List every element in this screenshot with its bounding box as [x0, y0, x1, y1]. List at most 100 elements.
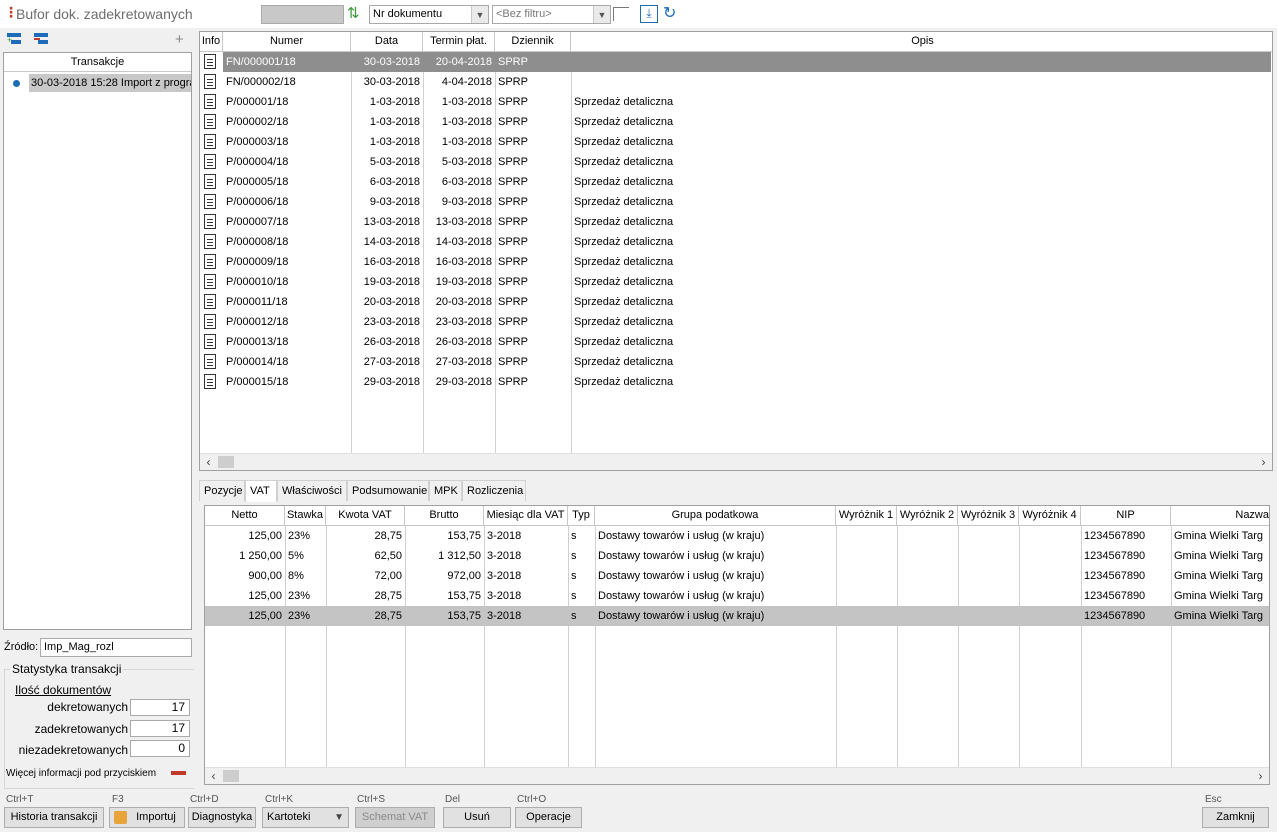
scroll-right-icon[interactable]: ›	[1255, 454, 1272, 470]
cell-miesiac: 3-2018	[487, 570, 522, 582]
col-header-opis[interactable]: Opis	[571, 32, 1272, 51]
col-header-brutto[interactable]: Brutto	[405, 506, 484, 525]
col-header-dziennik[interactable]: Dziennik	[495, 32, 571, 51]
table-row[interactable]: P/000013/18 26-03-2018 26-03-2018 SPRP Sprze…	[200, 332, 1272, 352]
scroll-thumb[interactable]	[218, 456, 234, 468]
table-row[interactable]: P/000012/18 23-03-2018 23-03-2018 SPRP Sprze…	[200, 312, 1272, 332]
documents-hscrollbar[interactable]: ‹ ›	[200, 453, 1272, 470]
table-row[interactable]: 125,00 23% 28,75 153,75 3-2018 s Dostawy towar…	[205, 526, 1269, 546]
col-header-w2[interactable]: Wyróżnik 2	[897, 506, 958, 525]
historia-transakcji-button[interactable]: Historia transakcji	[4, 807, 104, 828]
table-row[interactable]: 1 250,00 5% 62,50 1 312,50 3-2018 s Dostawy to…	[205, 546, 1269, 566]
shortcut-schemat: Ctrl+S	[357, 794, 386, 805]
diagnostyka-button[interactable]: Diagnostyka	[188, 807, 256, 828]
cell-kwota: 62,50	[374, 550, 402, 562]
cell-opis: Sprzedaż detaliczna	[574, 116, 674, 128]
zamknij-button[interactable]: Zamknij	[1202, 807, 1269, 828]
download-icon[interactable]: ⤓	[640, 5, 658, 23]
table-row[interactable]: FN/000001/18 30-03-2018 20-04-2018 SPRP	[200, 52, 1272, 72]
kartoteki-button[interactable]: Kartoteki ▼	[262, 807, 349, 828]
cell-data: 5-03-2018	[369, 156, 420, 168]
cell-numer: P/000008/18	[226, 236, 289, 248]
filter-combo[interactable]: <Bez filtru> ▼	[492, 5, 611, 24]
sort-combo[interactable]: Nr dokumentu ▼	[369, 5, 489, 24]
scroll-left-icon[interactable]: ‹	[205, 768, 222, 784]
document-icon	[204, 214, 216, 229]
refresh-icon[interactable]: ↻	[663, 3, 676, 23]
col-header-kwota[interactable]: Kwota VAT	[326, 506, 405, 525]
table-row[interactable]: P/000007/18 13-03-2018 13-03-2018 SPRP Sprze…	[200, 212, 1272, 232]
cell-dziennik: SPRP	[498, 356, 528, 368]
cell-termin: 9-03-2018	[441, 196, 492, 208]
cell-typ: s	[571, 550, 577, 562]
col-header-numer[interactable]: Numer	[223, 32, 351, 51]
col-header-grupa[interactable]: Grupa podatkowa	[595, 506, 836, 525]
col-header-stawka[interactable]: Stawka	[285, 506, 326, 525]
col-header-data[interactable]: Data	[351, 32, 423, 51]
cell-miesiac: 3-2018	[487, 590, 522, 602]
cell-opis	[571, 72, 1271, 92]
more-info-icon[interactable]	[171, 771, 186, 775]
table-row[interactable]: 900,00 8% 72,00 972,00 3-2018 s Dostawy towaró…	[205, 566, 1269, 586]
table-row[interactable]: P/000004/18 5-03-2018 5-03-2018 SPRP Sprzeda…	[200, 152, 1272, 172]
sort-direction-icon[interactable]: ⇅	[347, 4, 360, 22]
cell-data: 30-03-2018	[363, 76, 420, 88]
collapse-all-icon[interactable]	[34, 31, 50, 47]
transaction-item[interactable]: 30-03-2018 15:28 Import z programu	[4, 73, 191, 93]
table-row[interactable]: P/000008/18 14-03-2018 14-03-2018 SPRP Sprze…	[200, 232, 1272, 252]
usun-button[interactable]: Usuń	[443, 807, 511, 828]
tab-podsumowanie[interactable]: Podsumowanie	[347, 480, 429, 501]
col-header-nazwa[interactable]: Nazwa	[1171, 506, 1269, 525]
tab-vat[interactable]: VAT	[245, 480, 277, 502]
source-field[interactable]: Imp_Mag_rozl	[40, 638, 192, 657]
table-row[interactable]: P/000010/18 19-03-2018 19-03-2018 SPRP Sprze…	[200, 272, 1272, 292]
table-row[interactable]: P/000005/18 6-03-2018 6-03-2018 SPRP Sprzeda…	[200, 172, 1272, 192]
tab-pozycje[interactable]: Pozycje	[199, 480, 245, 501]
cell-numer: P/000015/18	[226, 376, 289, 388]
scroll-right-icon[interactable]: ›	[1252, 768, 1269, 784]
col-header-typ[interactable]: Typ	[568, 506, 595, 525]
add-icon[interactable]: +	[175, 31, 184, 48]
expand-all-icon[interactable]: +	[7, 31, 23, 47]
table-row[interactable]: 125,00 23% 28,75 153,75 3-2018 s Dostawy towar…	[205, 586, 1269, 606]
vat-hscrollbar[interactable]: ‹ ›	[205, 767, 1269, 784]
operacje-button[interactable]: Operacje	[515, 807, 582, 828]
cell-termin: 6-03-2018	[441, 176, 492, 188]
col-header-netto[interactable]: Netto	[205, 506, 285, 525]
tab-mpk[interactable]: MPK	[429, 480, 462, 501]
table-row[interactable]: P/000003/18 1-03-2018 1-03-2018 SPRP Sprzeda…	[200, 132, 1272, 152]
dekretowanych-label: dekretowanych	[47, 700, 128, 714]
col-header-nip[interactable]: NIP	[1081, 506, 1171, 525]
cell-numer: P/000007/18	[226, 216, 289, 228]
cell-kwota: 72,00	[374, 570, 402, 582]
scroll-thumb[interactable]	[223, 770, 239, 782]
search-field[interactable]	[261, 5, 344, 24]
cell-opis: Sprzedaż detaliczna	[574, 336, 674, 348]
shortcut-usun: Del	[445, 794, 461, 805]
cell-brutto: 153,75	[447, 610, 481, 622]
table-row[interactable]: 125,00 23% 28,75 153,75 3-2018 s Dostawy towar…	[205, 606, 1269, 626]
table-row[interactable]: P/000009/18 16-03-2018 16-03-2018 SPRP Sprze…	[200, 252, 1272, 272]
schemat-vat-button[interactable]: Schemat VAT	[355, 807, 435, 828]
table-row[interactable]: P/000014/18 27-03-2018 27-03-2018 SPRP Sprze…	[200, 352, 1272, 372]
scroll-left-icon[interactable]: ‹	[200, 454, 217, 470]
table-row[interactable]: P/000006/18 9-03-2018 9-03-2018 SPRP Sprzeda…	[200, 192, 1272, 212]
col-header-miesiac[interactable]: Miesiąc dla VAT	[484, 506, 568, 525]
col-header-w4[interactable]: Wyróżnik 4	[1019, 506, 1081, 525]
col-header-info[interactable]: Info	[200, 32, 223, 51]
table-row[interactable]: FN/000002/18 30-03-2018 4-04-2018 SPRP	[200, 72, 1272, 92]
table-row[interactable]: P/000002/18 1-03-2018 1-03-2018 SPRP Sprzeda…	[200, 112, 1272, 132]
table-row[interactable]: P/000011/18 20-03-2018 20-03-2018 SPRP Sprze…	[200, 292, 1272, 312]
col-header-termin[interactable]: Termin płat.	[423, 32, 495, 51]
documents-grid: Info Numer Data Termin płat. Dziennik Op…	[199, 31, 1273, 471]
tab-wlasciwosci[interactable]: Właściwości	[277, 480, 347, 501]
importuj-button[interactable]: Importuj	[109, 807, 185, 828]
table-row[interactable]: P/000015/18 29-03-2018 29-03-2018 SPRP Sprze…	[200, 372, 1272, 392]
tab-rozliczenia[interactable]: Rozliczenia	[462, 480, 526, 501]
col-header-w1[interactable]: Wyróżnik 1	[836, 506, 897, 525]
col-header-w3[interactable]: Wyróżnik 3	[958, 506, 1019, 525]
filter-edit-icon[interactable]	[613, 7, 629, 21]
table-row[interactable]: P/000001/18 1-03-2018 1-03-2018 SPRP Sprzeda…	[200, 92, 1272, 112]
cell-numer: P/000001/18	[226, 96, 289, 108]
cell-data: 16-03-2018	[363, 256, 420, 268]
